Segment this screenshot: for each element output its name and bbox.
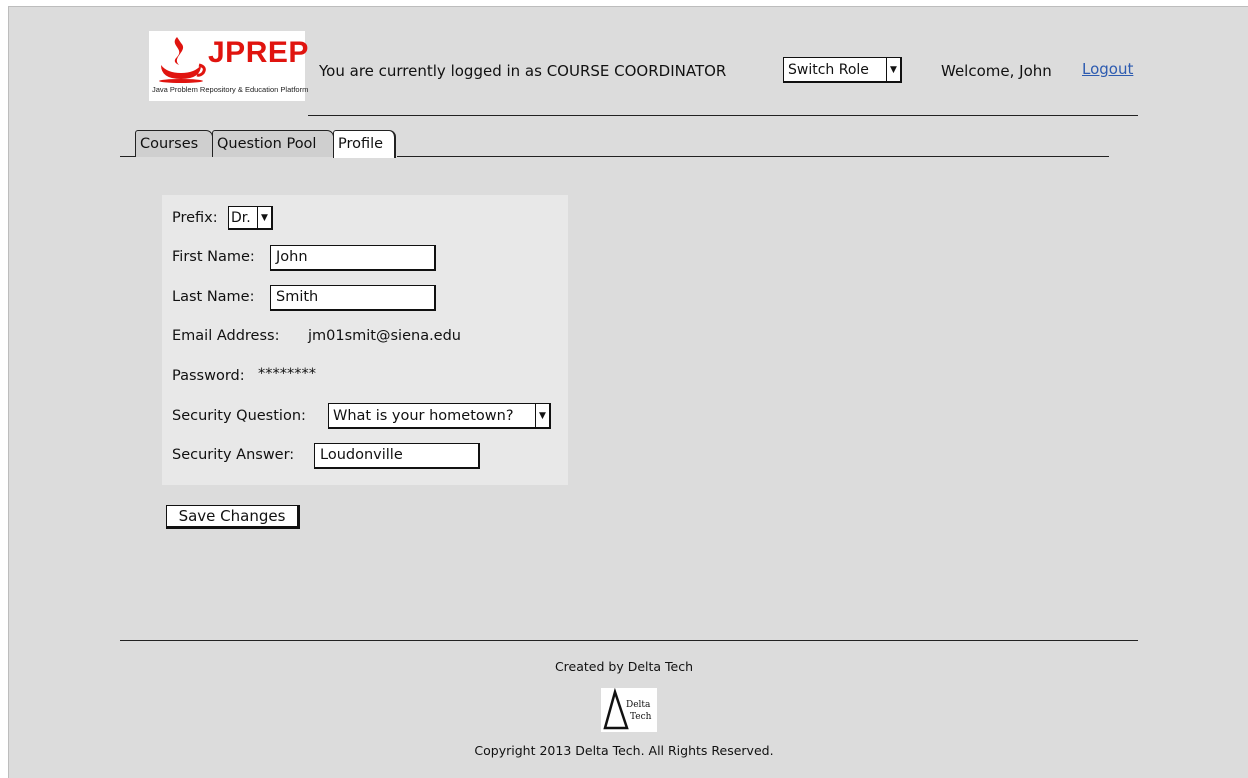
tab-question-pool[interactable]: Question Pool [212,130,334,157]
switch-role-label: Switch Role [788,61,869,78]
chevron-down-icon: ▼ [535,404,549,427]
last-name-label: Last Name: [172,289,255,305]
tab-baseline-left [120,156,135,157]
tab-bar: Courses Question Pool Profile [120,130,1110,160]
brand-tagline: Java Problem Repository & Education Plat… [152,85,309,94]
tab-baseline-right [397,156,1109,157]
chevron-down-icon: ▼ [257,207,271,228]
email-label: Email Address: [172,328,280,344]
delta-triangle-icon [603,687,629,730]
tab-courses[interactable]: Courses [135,130,213,157]
save-changes-button[interactable]: Save Changes [166,505,300,529]
first-name-field[interactable]: John [270,245,436,271]
last-name-field[interactable]: Smith [270,285,436,311]
welcome-message: Welcome, John [941,62,1052,80]
password-value: ******** [258,366,316,382]
security-answer-field[interactable]: Loudonville [314,443,480,469]
password-label: Password: [172,368,245,384]
copyright-text: Copyright 2013 Delta Tech. All Rights Re… [474,743,774,758]
delta-tech-logo: Delta Tech [601,687,657,732]
delta-logo-line1: Delta [626,700,651,710]
switch-role-dropdown[interactable]: Switch Role ▼ [783,57,902,83]
prefix-value: Dr. [231,209,251,226]
security-question-select[interactable]: What is your hometown? ▼ [328,403,551,429]
prefix-label: Prefix: [172,210,218,226]
footer-divider [120,640,1138,641]
chevron-down-icon: ▼ [886,58,900,81]
logout-link[interactable]: Logout [1082,60,1133,78]
brand-name: JPREP [208,36,309,69]
jprep-logo: JPREP Java Problem Repository & Educatio… [149,31,309,101]
delta-logo-line2: Tech [630,712,652,722]
created-by-text: Created by Delta Tech [554,659,694,674]
coffee-cup-icon [159,37,206,83]
prefix-select[interactable]: Dr. ▼ [228,206,273,230]
security-question-value: What is your hometown? [333,407,514,424]
header-divider [308,115,1138,116]
first-name-label: First Name: [172,249,255,265]
email-value: jm01smit@siena.edu [308,328,462,344]
role-message: You are currently logged in as COURSE CO… [319,62,727,80]
tab-profile[interactable]: Profile [333,130,396,158]
security-answer-label: Security Answer: [172,447,295,463]
security-question-label: Security Question: [172,408,306,424]
